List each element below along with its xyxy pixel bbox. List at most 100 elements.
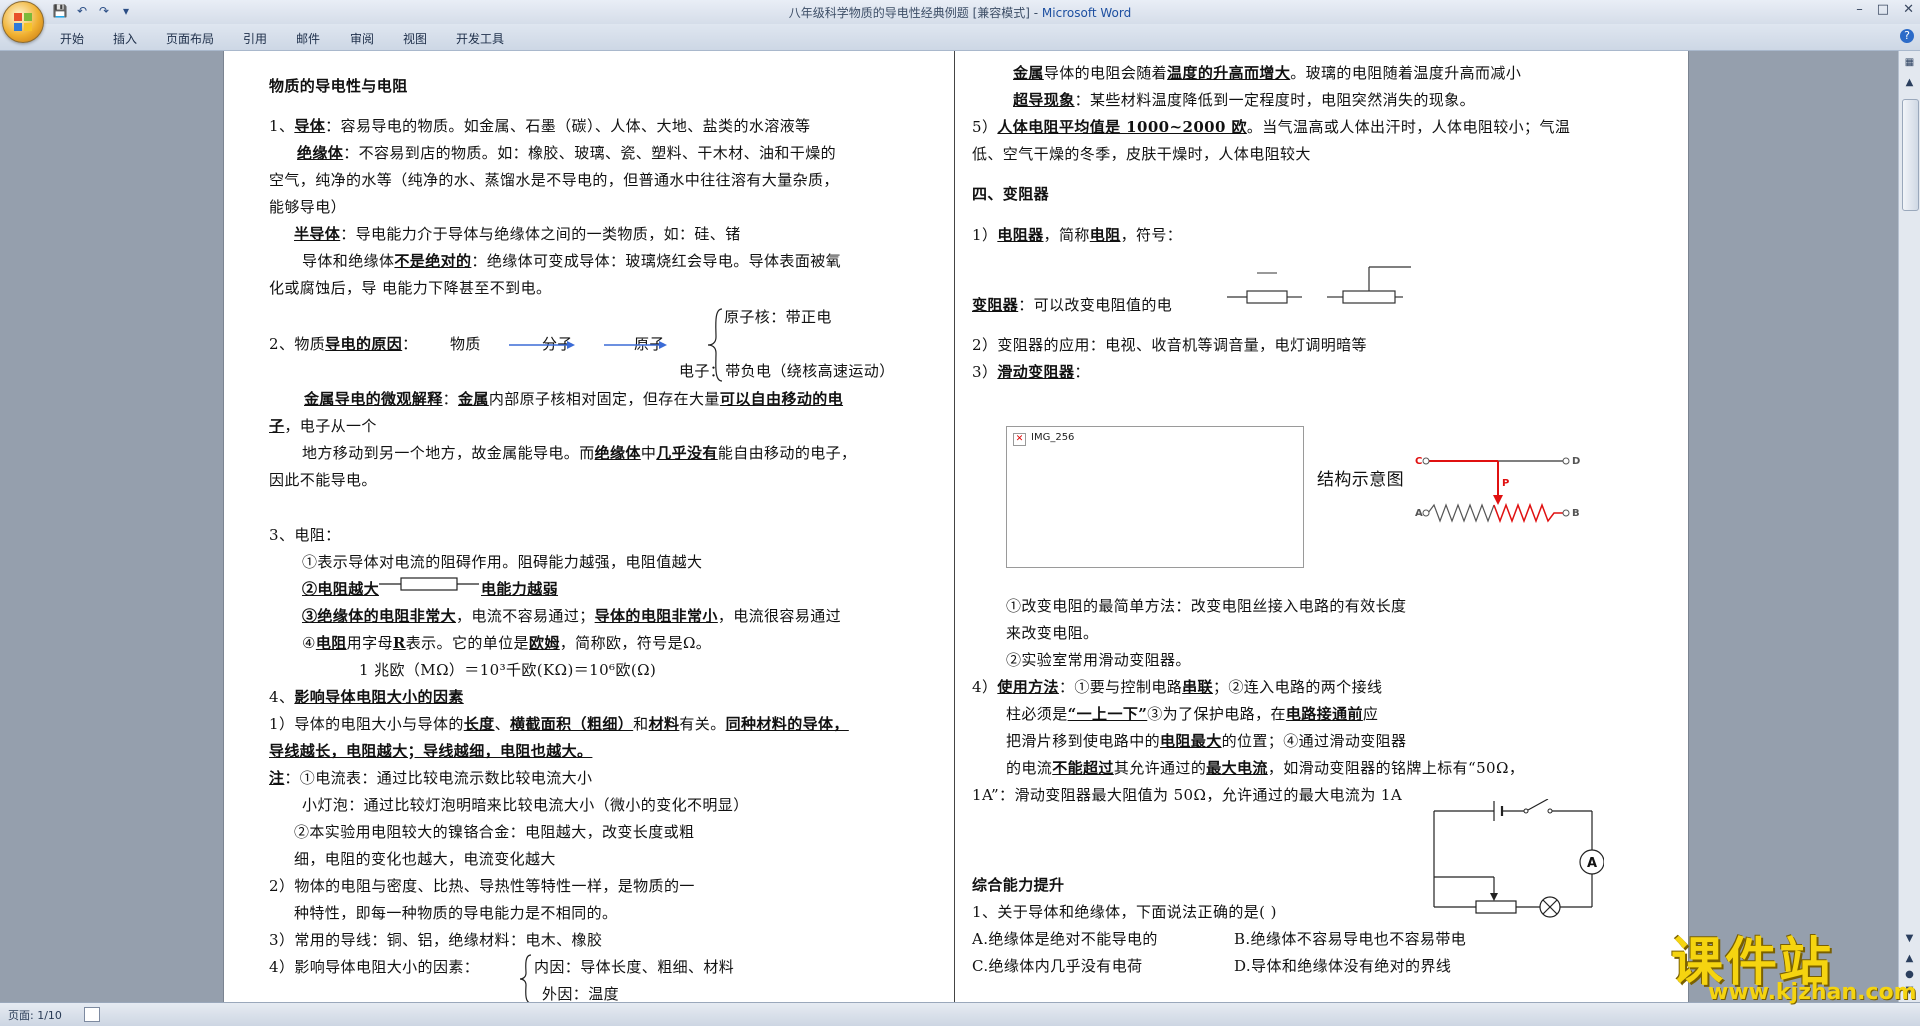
ribbon-tab-bar: 开始 插入 页面布局 引用 邮件 审阅 视图 开发工具 ? [0, 24, 1920, 51]
micro-l2-key: 子 [269, 417, 285, 435]
s3-item2: ②电阻越大 [302, 580, 379, 598]
r-temp-line: 金属导体的电阻会随着温度的升高而增大。玻璃的电阻随着温度升高而减小 [1013, 64, 1521, 82]
r-usage-line1: 4）使用方法：①要与控制电路串联；②连入电路的两个接线 [972, 678, 1382, 696]
s1-num: 1、 [269, 117, 295, 135]
tab-home[interactable]: 开始 [60, 30, 84, 47]
doc-title: 物质的导电性与电阻 [269, 77, 408, 95]
app-name: Microsoft Word [1041, 6, 1132, 20]
s2-key: 导电的原因 [325, 335, 403, 353]
broken-image[interactable]: ✕ IMG_256 [1006, 426, 1304, 568]
r3-pre: 3） [972, 363, 998, 381]
minimize-icon[interactable]: – [1856, 2, 1863, 17]
s4-head: 4、影响导体电阻大小的因素 [269, 688, 464, 706]
maximize-icon[interactable]: □ [1877, 2, 1889, 17]
r4-text: ：①要与控制电路 [1058, 678, 1183, 696]
s2-arrows [509, 341, 667, 349]
note-line4: 细，电阻的变化也越大，电流变化越大 [294, 850, 556, 868]
tab-page-layout[interactable]: 页面布局 [166, 30, 214, 47]
s1-text: ：容易导电的物质。如金属、石墨（碳）、人体、大地、盐类的水溶液等 [325, 117, 811, 135]
superconduct-text: ：某些材料温度降低到一定程度时，电阻突然消失的现象。 [1074, 91, 1476, 109]
scroll-thumb[interactable] [1902, 99, 1919, 211]
tab-developer[interactable]: 开发工具 [456, 30, 504, 47]
r4-l3-pre: 把滑片移到使电路中的 [1006, 732, 1161, 750]
r4-text2: ；②连入电路的两个接线 [1212, 678, 1383, 696]
r4-l4-key: 不能超过 [1052, 759, 1114, 777]
s4-external: 外因：温度 [542, 985, 620, 1002]
micro-key: 金属导电的微观解释 [304, 390, 443, 408]
tab-review[interactable]: 审阅 [350, 30, 374, 47]
r1-key1: 电阻器 [997, 226, 1044, 244]
s3-item3-mid: ，电流不容易通过； [456, 607, 595, 625]
semiconductor-text: ：导电能力介于导体与绝缘体之间的一类物质，如：硅、锗 [340, 225, 741, 243]
s2-electron: 电子：带负电（绕核高速运动） [679, 362, 895, 380]
convert-text: ：绝缘体可变成导体：玻璃烧红会导电。导体表面被氧 [471, 252, 842, 270]
note-line3: ②本实验用电阻较大的镍铬合金：电阻越大，改变长度或粗 [294, 823, 695, 841]
tab-view[interactable]: 视图 [403, 30, 427, 47]
r3-post: ： [1074, 363, 1090, 381]
close-icon[interactable]: ✕ [1903, 2, 1914, 17]
r4-l2-pre: 柱必须是 [1006, 705, 1068, 723]
s1-convert-line2: 化或腐蚀后，导 电能力下降甚至不到电。 [269, 279, 552, 297]
office-logo-icon [14, 13, 32, 31]
micro-text: 内部原子核相对固定，但存在大量 [488, 390, 720, 408]
s4-item1: 1）导体的电阻大小与导体的长度、横截面积（粗细）和材料有关。同种材料的导体， [269, 715, 849, 733]
micro-l3-key2: 几乎没有 [656, 444, 718, 462]
scroll-up-icon[interactable]: ▲ [1902, 75, 1917, 90]
tab-references[interactable]: 引用 [243, 30, 267, 47]
help-icon[interactable]: ? [1900, 29, 1914, 43]
vertical-scrollbar[interactable]: ▦ ▲ ▼ ▲ ● ▼ [1898, 51, 1920, 1002]
option-A: A.绝缘体是绝对不能导电的 [972, 930, 1158, 948]
s4-internal: 内因：导体长度、粗细、材料 [534, 958, 735, 976]
r4-l4-post: ，如滑动变阻器的铭牌上标有“50Ω， [1267, 759, 1525, 777]
tab-mailings[interactable]: 邮件 [296, 30, 320, 47]
r-temp-key2: 温度的升高而增大 [1167, 64, 1291, 82]
broken-image-icon: ✕ [1013, 433, 1026, 446]
scroll-down-icon[interactable]: ▼ [1902, 931, 1917, 946]
s4-item1-and: 和 [633, 715, 649, 733]
r4-key: 使用方法 [997, 678, 1059, 696]
ruler-toggle-icon[interactable]: ▦ [1902, 55, 1917, 70]
status-bar: 页面: 1/10 [0, 1002, 1920, 1026]
document-page[interactable]: 物质的导电性与电阻 1、导体：容易导电的物质。如金属、石墨（碳）、人体、大地、盐… [223, 51, 1689, 1002]
r-method1: ①改变电阻的最简单方法：改变电阻丝接入电路的有效长度 [1006, 597, 1407, 615]
micro-l3-pre: 地方移动到另一个地方，故金属能导电。而 [302, 444, 595, 462]
r1-mid: ，简称 [1043, 226, 1090, 244]
convert-pre: 导体和绝缘体 [302, 252, 395, 270]
note-line1: 注：①电流表：通过比较电流示数比较电流大小 [269, 769, 592, 787]
page-indicator[interactable]: 页面: 1/10 [8, 1007, 62, 1023]
r-usage-line4: 的电流不能超过其允许通过的最大电流，如滑动变阻器的铭牌上标有“50Ω， [1006, 759, 1524, 777]
r-method1-line2: 来改变电阻。 [1006, 624, 1099, 642]
tab-insert[interactable]: 插入 [113, 30, 137, 47]
s3-item2-key2: 电能力越弱 [481, 580, 559, 598]
watermark-url: www.kjzhan.com [1708, 980, 1917, 1005]
office-button[interactable] [2, 1, 44, 43]
previous-page-icon[interactable]: ▲ [1902, 951, 1917, 966]
exercise-head: 综合能力提升 [972, 876, 1065, 894]
broken-image-label: IMG_256 [1031, 432, 1075, 443]
proofing-icon[interactable] [84, 1007, 100, 1022]
s1-insulator-line: 绝缘体：不容易到店的物质。如：橡胶、玻璃、瓷、塑料、干木材、油和干燥的 [297, 144, 836, 162]
s3-item3-key2: 导体的电阻非常小 [594, 607, 718, 625]
s2-micro-line2: 子，电子从一个 [269, 417, 377, 435]
s3-item4: ④电阻用字母R表示。它的单位是欧姆，简称欧，符号是Ω。 [302, 634, 711, 652]
option-D: D.导体和绝缘体没有绝对的界线 [1234, 957, 1452, 975]
r-body-line: 5）人体电阻平均值是 1000~2000 欧。当气温高或人体出汗时，人体电阻较小… [972, 118, 1570, 136]
s2-nucleus: 原子核：带正电 [724, 308, 832, 326]
s3-item4-post: ，简称欧，符号是Ω。 [559, 634, 712, 652]
s3-head: 3、电阻： [269, 526, 341, 544]
s1-key: 导体 [294, 117, 326, 135]
r1-pre: 1） [972, 226, 998, 244]
s4-item1-pre: 1）导体的电阻大小与导体的 [269, 715, 464, 733]
r-temp-mid: 导体的电阻会随着 [1043, 64, 1168, 82]
r1-key2: 电阻 [1089, 226, 1121, 244]
r4-l4-key2: 最大电流 [1206, 759, 1268, 777]
micro-l3-key1: 绝缘体 [594, 444, 641, 462]
note-line2: 小灯泡：通过比较灯泡明暗来比较电流大小（微小的变化不明显） [302, 796, 749, 814]
r4-l2-post: 应 [1362, 705, 1379, 723]
s4-key: 影响导体电阻大小的因素 [294, 688, 464, 706]
window-title: 八年级科学物质的导电性经典例题 [兼容模式] - Microsoft Word [0, 4, 1920, 21]
s2-micro-line4: 因此不能导电。 [269, 471, 377, 489]
s3-item1: ①表示导体对电流的阻碍作用。阻碍能力越强，电阻值越大 [302, 553, 703, 571]
s4-num: 4、 [269, 688, 295, 706]
convert-key: 不是绝对的 [394, 252, 472, 270]
